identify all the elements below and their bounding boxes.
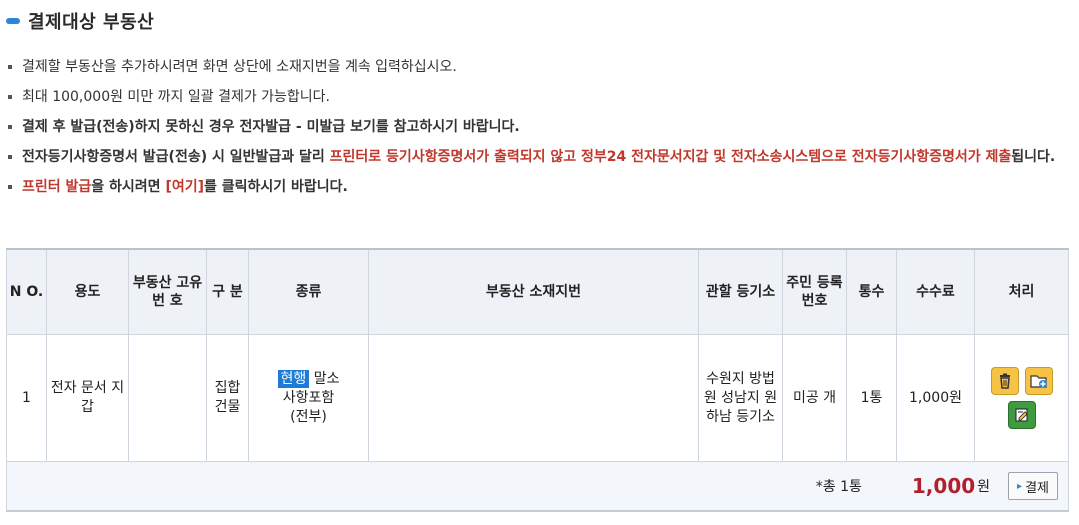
notice-item: 결제할 부동산을 추가하시려면 화면 상단에 소재지번을 계속 입력하십시오. (6, 52, 1071, 82)
cell-fee: 1,000원 (896, 334, 975, 462)
table-footer-row: *총 1통 1,000 원 ▸ 결제 (6, 461, 1069, 512)
kind-text: 사항포함 (282, 389, 335, 406)
total-amount: 1,000 (911, 474, 976, 498)
current-badge: 현행 (277, 369, 310, 388)
notice-item-printer: 프린터 발급을 하시려면 [여기]를 클릭하시기 바랍니다. (6, 172, 1071, 202)
section-header: 결제대상 부동산 (6, 8, 154, 34)
cell-kind: 현행 말소 사항포함 (전부) (248, 334, 369, 462)
col-header-kind: 종류 (248, 248, 369, 335)
kind-text: (전부) (290, 408, 327, 425)
notice-text: 을 하시려면 (91, 179, 166, 195)
table-header-row: N O. 용도 부동산 고유번 호 구 분 종류 부동산 소재지번 관할 등기소… (6, 248, 1069, 335)
kind-text: 말소 (309, 370, 340, 387)
col-header-unique-no: 부동산 고유번 호 (128, 248, 207, 335)
total-unit: 원 (977, 479, 991, 495)
cell-unique-no (128, 334, 207, 462)
notice-highlight: 프린터 발급 (22, 179, 92, 195)
notice-text: 됩니다. (1011, 149, 1056, 165)
total-cell: *총 1통 1,000 원 ▸ 결제 (6, 461, 1069, 512)
pay-button-label: 결제 (1025, 480, 1049, 496)
col-header-address: 부동산 소재지번 (368, 248, 699, 335)
folder-add-icon[interactable] (1024, 367, 1053, 395)
payment-table: N O. 용도 부동산 고유번 호 구 분 종류 부동산 소재지번 관할 등기소… (6, 248, 1069, 512)
table-row: 1 전자 문서 지갑 집합 건물 현행 말소 사항포함 (전부) 수원지 방법원… (6, 334, 1069, 462)
here-link[interactable]: [여기] (165, 179, 204, 195)
title-bullet-icon (6, 18, 20, 24)
total-summary: *총 1통 1,000 원 ▸ 결제 (9, 462, 1066, 510)
notice-text: 전자등기사항증명서 발급(전송) 시 일반발급과 달리 (22, 149, 330, 165)
pay-button[interactable]: ▸ 결제 (1008, 472, 1058, 500)
cell-copies: 1통 (846, 334, 897, 462)
edit-icon[interactable] (1007, 401, 1036, 429)
notice-item: 최대 100,000원 미만 까지 일괄 결제가 가능합니다. (6, 82, 1071, 112)
cell-division: 집합 건물 (206, 334, 249, 462)
trash-icon[interactable] (990, 367, 1019, 395)
col-header-registry: 관할 등기소 (698, 248, 783, 335)
payment-target-panel: 결제대상 부동산 결제할 부동산을 추가하시려면 화면 상단에 소재지번을 계속… (0, 0, 1079, 525)
cell-no: 1 (6, 334, 47, 462)
col-header-resident-no: 주민 등록 번호 (782, 248, 847, 335)
cell-registry: 수원지 방법원 성남지 원 하남 등기소 (698, 334, 783, 462)
notice-text: 를 클릭하시기 바랍니다. (204, 179, 348, 195)
col-header-usage: 용도 (46, 248, 129, 335)
notice-item-electronic: 전자등기사항증명서 발급(전송) 시 일반발급과 달리 프린터로 등기사항증명서… (6, 142, 1071, 172)
cell-resident-no: 미공 개 (782, 334, 847, 462)
total-count: *총 1통 (815, 479, 862, 495)
cell-usage: 전자 문서 지갑 (46, 334, 129, 462)
kind-box: 현행 말소 사항포함 (전부) (275, 365, 342, 431)
notice-highlight: 프린터로 등기사항증명서가 출력되지 않고 정부24 전자문서지갑 및 전자소송… (329, 149, 1012, 165)
col-header-action: 처리 (974, 248, 1069, 335)
cell-action (974, 334, 1069, 462)
notice-list: 결제할 부동산을 추가하시려면 화면 상단에 소재지번을 계속 입력하십시오. … (6, 52, 1071, 202)
arrow-right-icon: ▸ (1017, 480, 1023, 492)
col-header-copies: 통수 (846, 248, 897, 335)
col-header-fee: 수수료 (896, 248, 975, 335)
section-title: 결제대상 부동산 (28, 12, 155, 33)
col-header-division: 구 분 (206, 248, 249, 335)
notice-item: 결제 후 발급(전송)하지 못하신 경우 전자발급 - 미발급 보기를 참고하시… (6, 112, 1071, 142)
col-header-no: N O. (6, 248, 47, 335)
cell-address (368, 334, 699, 462)
action-icons (987, 367, 1057, 429)
